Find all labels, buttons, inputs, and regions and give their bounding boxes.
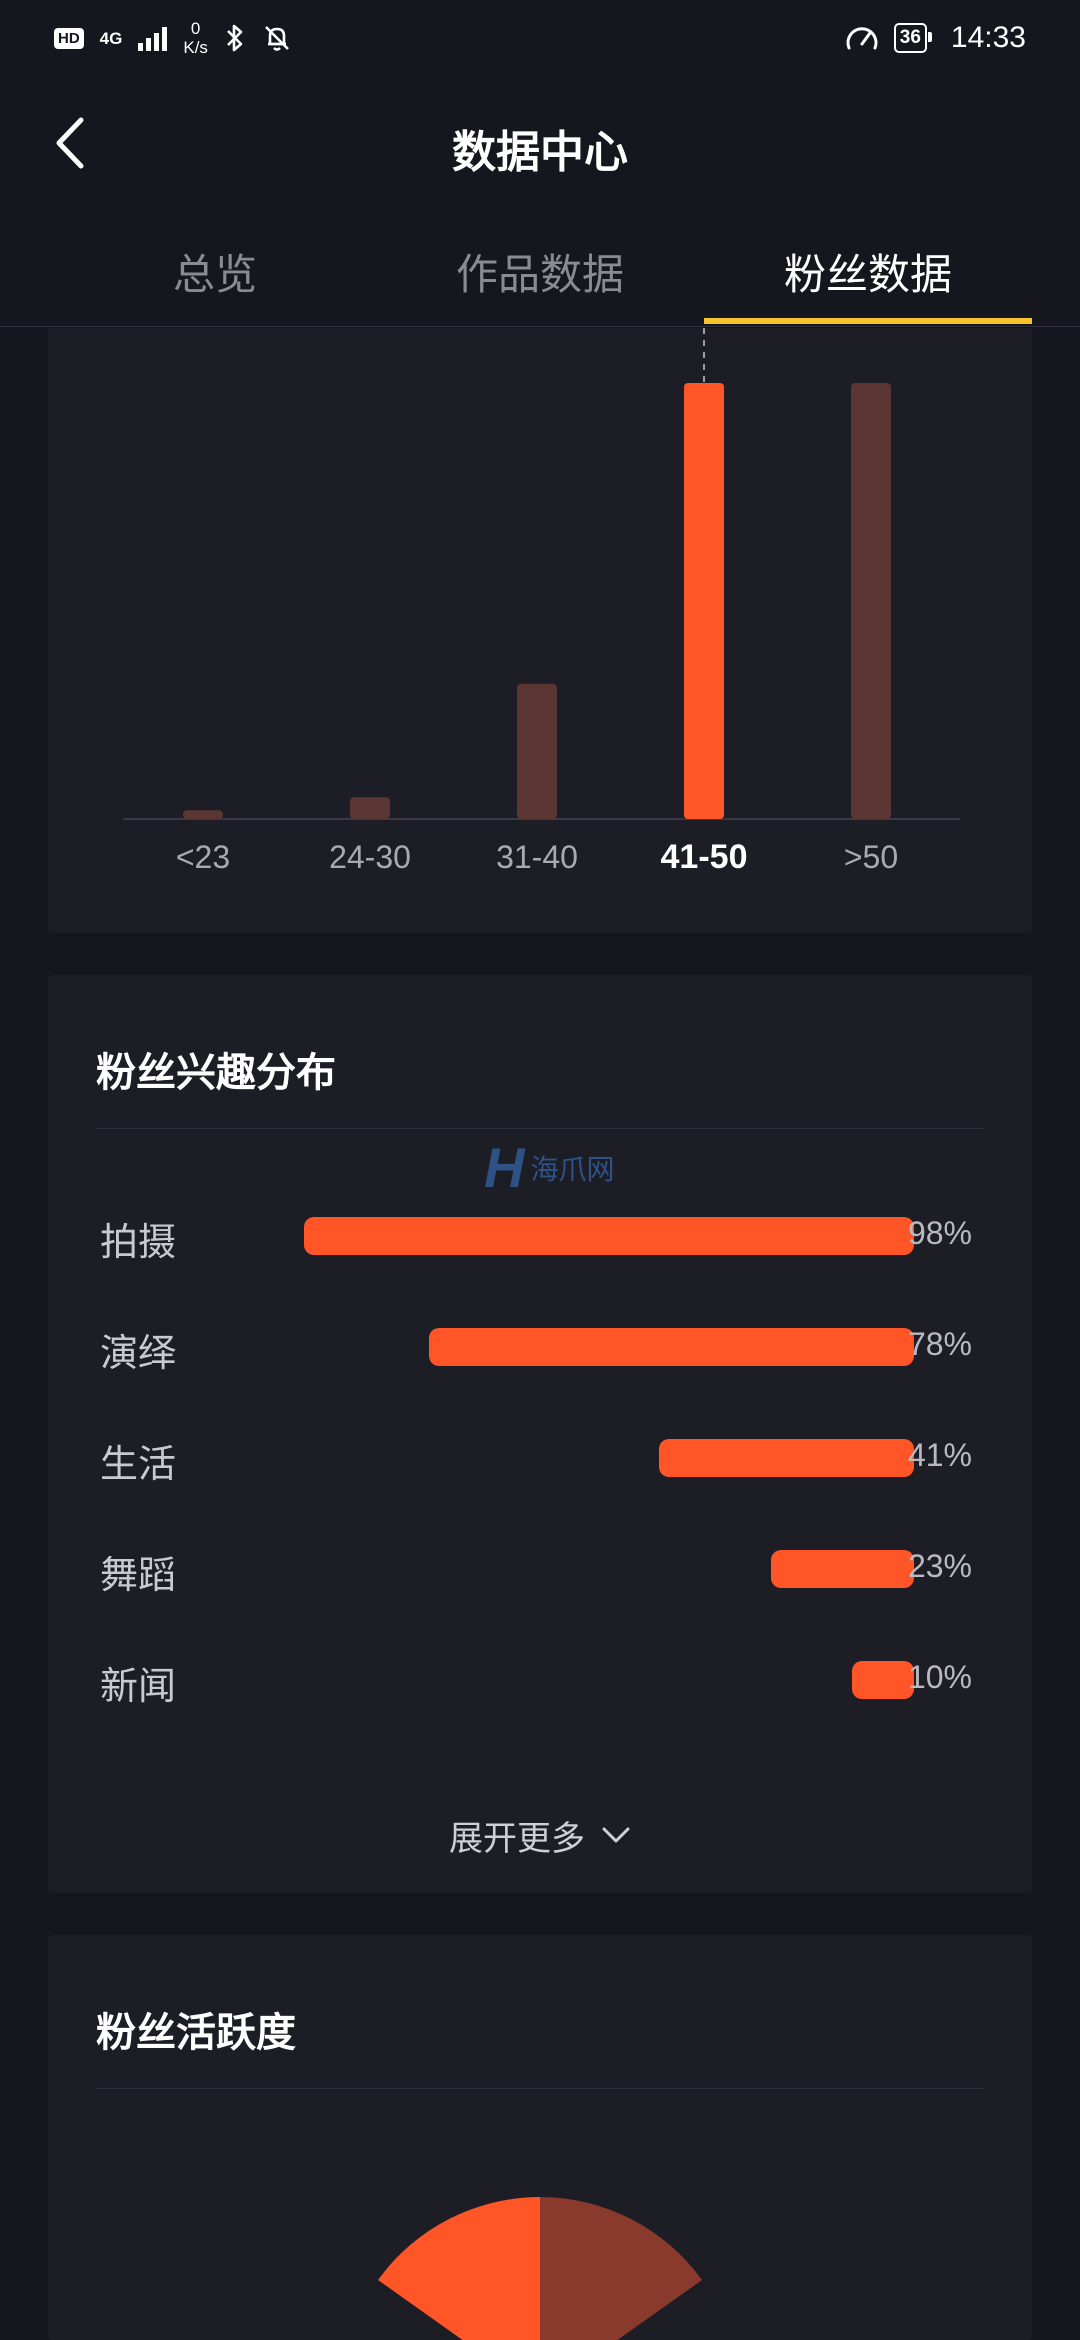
tab-active-indicator <box>704 318 1032 324</box>
tab-overview[interactable]: 总览 <box>50 216 380 326</box>
status-right: 36 14:33 <box>844 21 1026 55</box>
bell-off-icon <box>265 26 289 51</box>
chevron-down-icon <box>602 1827 630 1843</box>
activity-card: 粉丝活跃度 <box>48 1935 1032 2340</box>
watermark-text: 海爪网 <box>530 1152 615 1186</box>
signal-icon <box>138 25 168 51</box>
age-tick-label-2: 31-40 <box>496 839 578 875</box>
age-distribution-chart: <23 24-30 31-40 41-50 >50 <box>123 328 960 876</box>
interest-bar <box>770 1550 914 1588</box>
age-tick-label-1: 24-30 <box>329 839 411 875</box>
interest-bar <box>304 1217 914 1255</box>
interest-label: 新闻 <box>100 1664 177 1708</box>
tab-bar: 总览 作品数据 粉丝数据 <box>0 216 1080 327</box>
interest-row: 生活 41% <box>48 1427 1032 1487</box>
watermark-logo: H 海爪网 <box>484 1135 614 1200</box>
age-tick-label-0: <23 <box>176 839 230 875</box>
age-bar-1[interactable] <box>350 797 390 819</box>
net-speed-value: 0 <box>190 19 201 38</box>
tab-fans-data[interactable]: 粉丝数据 <box>703 216 1033 326</box>
expand-more-label: 展开更多 <box>449 1818 585 1859</box>
watermark-logo-mark: H <box>484 1136 525 1199</box>
age-tick-label-3: 41-50 <box>661 838 748 876</box>
battery-level: 36 <box>899 27 921 48</box>
interest-row: 演绎 78% <box>48 1316 1032 1376</box>
age-bar-2[interactable] <box>517 683 557 819</box>
interest-row: 拍摄 98% <box>48 1205 1032 1265</box>
interest-title: 粉丝兴趣分布 <box>96 1050 336 1096</box>
net-speed: 0 K/s <box>183 19 208 57</box>
interest-row: 新闻 10% <box>48 1649 1032 1709</box>
interest-value: 98% <box>907 1215 972 1251</box>
interest-bar <box>851 1661 914 1699</box>
interest-label: 舞蹈 <box>100 1553 177 1597</box>
interest-row: 舞蹈 23% <box>48 1538 1032 1598</box>
activity-slice-secondary <box>540 2197 702 2340</box>
age-bar-0[interactable] <box>183 810 223 819</box>
age-tick-label-4: >50 <box>844 839 898 875</box>
hd-badge: HD <box>54 27 84 49</box>
activity-donut-chart <box>378 2197 702 2340</box>
age-chart-card: <23 24-30 31-40 41-50 >50 <box>48 328 1032 933</box>
clock: 14:33 <box>950 21 1026 54</box>
interest-value: 23% <box>907 1548 972 1584</box>
interest-bar <box>428 1328 914 1366</box>
interest-value: 41% <box>907 1437 972 1473</box>
battery-icon: 36 <box>893 23 933 53</box>
nav-bar: 数据中心 <box>0 76 1080 216</box>
tab-works-data[interactable]: 作品数据 <box>375 216 705 326</box>
expand-more-button[interactable]: 展开更多 <box>48 1805 1032 1865</box>
age-bar-3[interactable] <box>684 383 724 819</box>
speed-gauge-icon <box>846 27 878 50</box>
interest-value: 10% <box>907 1659 972 1695</box>
divider <box>96 1128 984 1129</box>
activity-slice-primary <box>378 2197 540 2340</box>
status-left: HD 4G 0 K/s <box>54 19 292 57</box>
interest-card: 粉丝兴趣分布 拍摄 98% 演绎 78% 生活 41% 舞蹈 23% 新闻 10… <box>48 975 1032 1893</box>
bluetooth-icon <box>227 24 243 52</box>
page-title: 数据中心 <box>452 127 628 178</box>
network-type: 4G <box>99 28 123 48</box>
interest-label: 演绎 <box>100 1331 177 1375</box>
net-speed-unit: K/s <box>183 38 208 57</box>
interest-label: 拍摄 <box>100 1220 177 1264</box>
interest-label: 生活 <box>100 1442 177 1486</box>
status-bar: HD 4G 0 K/s 36 14:33 <box>0 0 1080 76</box>
interest-bar <box>658 1439 914 1477</box>
interest-value: 78% <box>907 1326 972 1362</box>
age-bar-4[interactable] <box>851 383 891 819</box>
